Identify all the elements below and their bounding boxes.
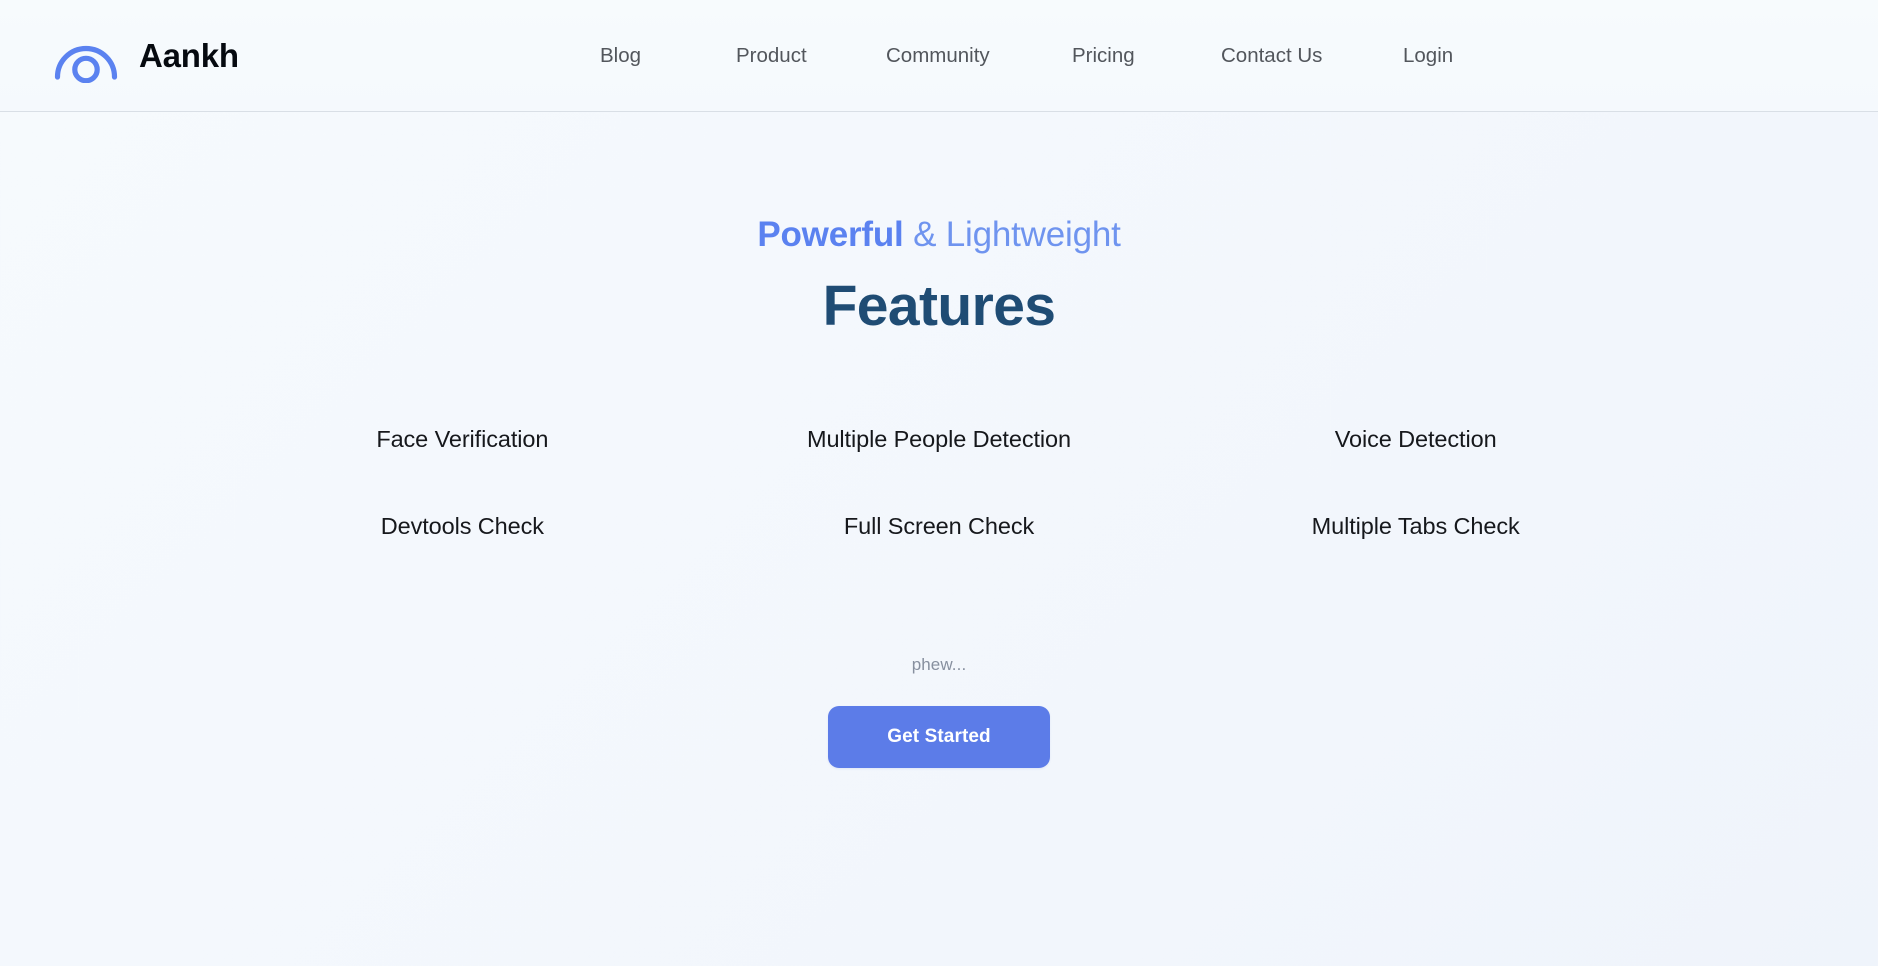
brand-logo-link[interactable]: Aankh: [52, 29, 239, 83]
eyebrow-accent-text: Powerful: [757, 215, 904, 254]
page-title: Features: [822, 274, 1056, 339]
nav-item-pricing[interactable]: Pricing: [1072, 45, 1221, 67]
brand-name: Aankh: [139, 37, 239, 74]
feature-item-multiple-tabs-check: Multiple Tabs Check: [1311, 512, 1520, 539]
features-section: Powerful & Lightweight Features Face Ver…: [0, 214, 1878, 769]
feature-item-devtools-check: Devtools Check: [380, 512, 544, 539]
nav-item-community[interactable]: Community: [886, 45, 1072, 67]
nav-item-blog[interactable]: Blog: [600, 45, 736, 67]
eye-arc-logo-icon: [54, 45, 118, 83]
section-eyebrow: Powerful & Lightweight: [0, 214, 1878, 255]
nav-item-contact-us[interactable]: Contact Us: [1221, 45, 1403, 67]
eyebrow-rest-text: & Lightweight: [903, 215, 1121, 254]
features-note: phew...: [911, 655, 967, 675]
feature-item-full-screen-check: Full Screen Check: [843, 512, 1035, 539]
cta-wrap: Get Started: [0, 706, 1878, 769]
feature-item-face-verification: Face Verification: [376, 425, 549, 452]
feature-item-multiple-people-detection: Multiple People Detection: [806, 425, 1071, 452]
feature-item-voice-detection: Voice Detection: [1334, 425, 1497, 452]
get-started-button[interactable]: Get Started: [828, 706, 1050, 769]
nav-item-product[interactable]: Product: [736, 45, 886, 67]
page-main: Powerful & Lightweight Features Face Ver…: [0, 214, 1878, 966]
nav-item-login[interactable]: Login: [1403, 45, 1523, 67]
main-nav: Blog Product Community Pricing Contact U…: [600, 0, 1523, 112]
site-header: Aankh Blog Product Community Pricing Con…: [0, 0, 1878, 112]
brand-logo-wrap: [52, 29, 120, 83]
feature-grid: Face Verification Multiple People Detect…: [224, 424, 1654, 541]
